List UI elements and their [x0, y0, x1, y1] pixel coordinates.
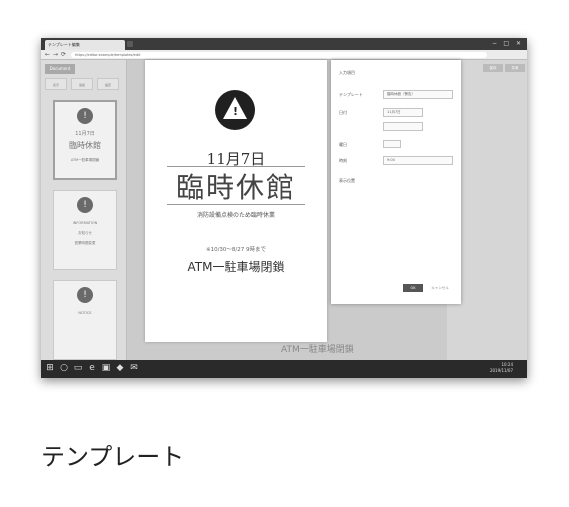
ok-button[interactable]: OK [403, 284, 423, 292]
field-label: 日付 [339, 110, 347, 115]
divider [167, 204, 305, 205]
minimize-icon[interactable]: − [492, 39, 497, 49]
template-thumbnail[interactable]: ! NOTICE [53, 280, 117, 360]
warning-icon: ! [215, 90, 255, 130]
maximize-icon[interactable]: □ [503, 39, 509, 49]
weekday-field[interactable] [383, 140, 401, 148]
notice-location: ATM一駐車場閉鎖 [187, 260, 285, 274]
left-panel: Document 表示 追加 設定 ! 11月7日 臨時休館 ATM一駐車場閉鎖… [41, 60, 127, 360]
taskbar: ⊞ ○ ▭ e ▣ ◆ ✉ 10:24 2019/11/07 [41, 360, 527, 378]
field-label: 曜日 [339, 142, 347, 147]
warning-icon: ! [77, 108, 93, 124]
browser-icon[interactable]: e [87, 363, 97, 373]
back-icon[interactable]: ← [45, 50, 50, 60]
search-icon[interactable]: ○ [59, 363, 69, 373]
thumb-line: 営業時間変更 [74, 241, 96, 245]
template-select[interactable]: 臨時休館（警告） [383, 90, 453, 99]
forward-icon[interactable]: → [53, 50, 58, 60]
warning-icon: ! [77, 197, 93, 213]
share-button[interactable]: 共有 [505, 64, 525, 72]
background-preview-text: ATM一駐車場閉鎖 [281, 345, 354, 355]
notice-title: 臨時休館 [175, 171, 296, 204]
clock-date: 2019/11/07 [489, 368, 513, 373]
url-input[interactable]: https://editor.example/templates/edit [71, 52, 487, 58]
notice-sheet: ! 11月7日 臨時休館 消防設備点検のため臨時休業 ※10/30〜8/27 9… [145, 60, 327, 342]
tool-add-button[interactable]: 追加 [71, 78, 93, 90]
time-field[interactable]: 9:00 [383, 156, 453, 165]
reload-icon[interactable]: ⟳ [61, 50, 66, 60]
thumb-line: お知らせ [78, 231, 92, 235]
thumb-line: 11月7日 [75, 131, 95, 137]
properties-dialog: 入力項目 テンプレート 臨時休館（警告） 日付 11月7日 曜日 時刻 9:00… [331, 60, 461, 304]
thumb-line: ATM一駐車場閉鎖 [70, 158, 100, 162]
template-thumbnail[interactable]: ! INFORMATION お知らせ 営業時間変更 [53, 190, 117, 270]
thumb-line: 臨時休館 [69, 141, 101, 150]
taskbar-clock[interactable]: 10:24 2019/11/07 [490, 362, 513, 374]
date-field[interactable]: 11月7日 [383, 108, 423, 117]
tool-view-button[interactable]: 表示 [45, 78, 67, 90]
new-tab-button[interactable] [127, 41, 133, 47]
notice-note: ※10/30〜8/27 9時まで [205, 247, 267, 253]
app-icon[interactable]: ◆ [115, 363, 125, 373]
tool-settings-button[interactable]: 設定 [97, 78, 119, 90]
browser-tab[interactable]: テンプレート編集 [45, 40, 125, 50]
cancel-button[interactable]: キャンセル [427, 284, 453, 292]
notice-subtitle: 消防設備点検のため臨時休業 [196, 212, 275, 219]
screenshot-frame: テンプレート編集 − □ ✕ ← → ⟳ https://editor.exam… [41, 38, 527, 378]
start-icon[interactable]: ⊞ [45, 363, 55, 373]
date-extra-field[interactable] [383, 122, 423, 131]
field-label: テンプレート [339, 92, 363, 97]
thumb-line: NOTICE [78, 311, 92, 315]
thumb-line: INFORMATION [72, 221, 98, 225]
save-button[interactable]: 保存 [483, 64, 503, 72]
warning-icon: ! [77, 287, 93, 303]
exclamation-mark: ! [233, 105, 239, 118]
explorer-icon[interactable]: ▣ [101, 363, 111, 373]
close-icon[interactable]: ✕ [516, 39, 521, 49]
app-area: Document 表示 追加 設定 ! 11月7日 臨時休館 ATM一駐車場閉鎖… [41, 60, 527, 378]
task-view-icon[interactable]: ▭ [73, 363, 83, 373]
template-thumbnail[interactable]: ! 11月7日 臨時休館 ATM一駐車場閉鎖 [53, 100, 117, 180]
field-label: 表示位置 [339, 178, 355, 183]
field-label: 時刻 [339, 158, 347, 163]
app-logo: Document [45, 64, 75, 74]
browser-tabbar: テンプレート編集 − □ ✕ [41, 38, 527, 50]
field-label: 入力項目 [339, 70, 355, 75]
address-bar: ← → ⟳ https://editor.example/templates/e… [41, 50, 527, 60]
mail-icon[interactable]: ✉ [129, 363, 139, 373]
figure-caption: テンプレート [41, 443, 185, 471]
